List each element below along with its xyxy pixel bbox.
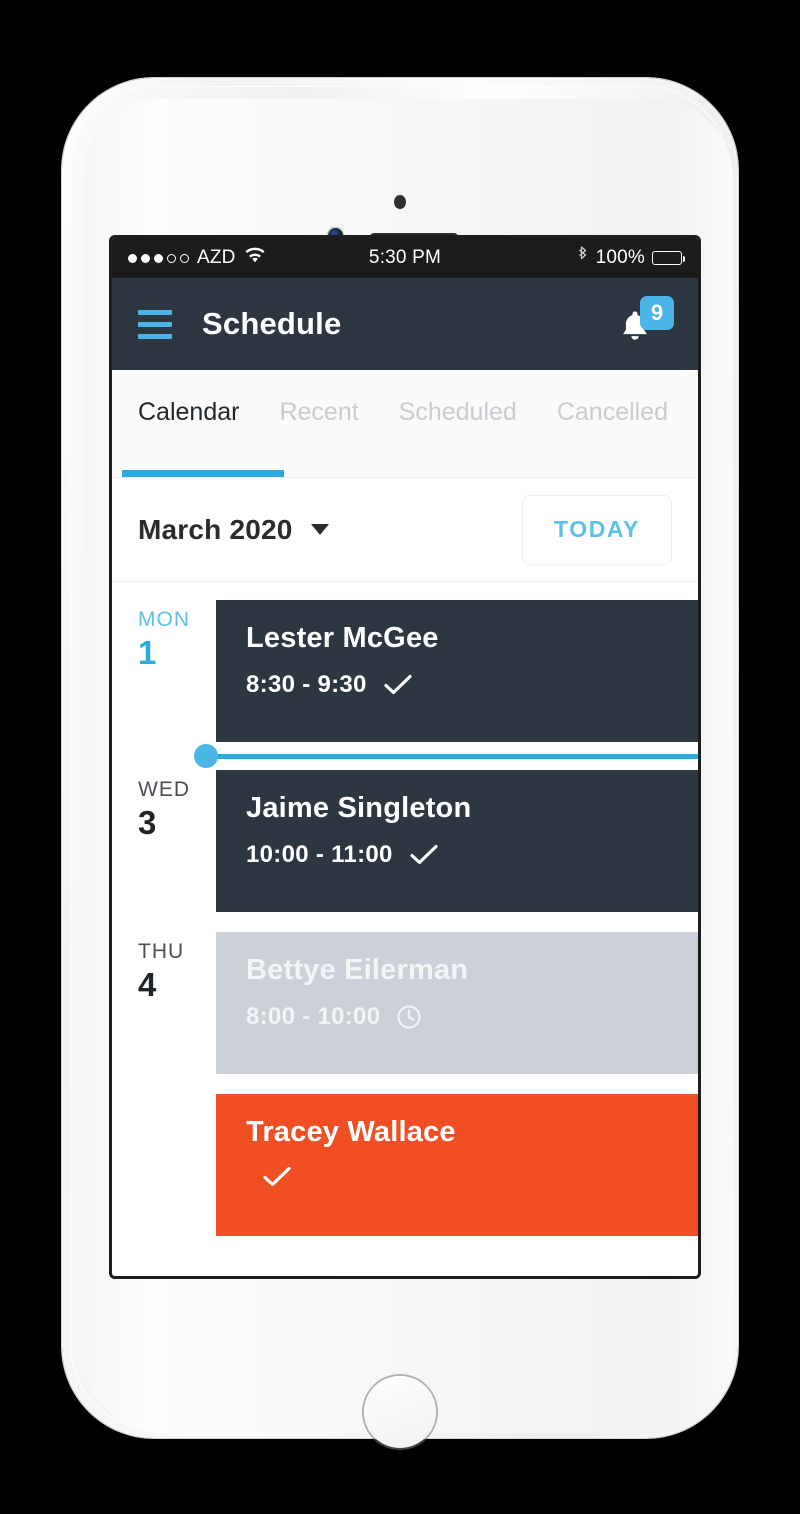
month-selector-bar: March 2020 TODAY [112, 478, 698, 582]
date-weekday: WED [138, 778, 190, 801]
phone-screen: AZD 5:30 PM 100% Schedule 9 Calendar Rec… [112, 238, 698, 1276]
schedule-row[interactable]: THU 4 Bettye Eilerman 8:00 - 10:00 [112, 932, 698, 1074]
date-column: WED 3 [138, 770, 216, 842]
active-tab-indicator [122, 470, 284, 477]
event-time-row: 10:00 - 11:00 [246, 841, 698, 869]
tab-bar: Calendar Recent Scheduled Cancelled [112, 370, 698, 478]
bluetooth-icon [576, 245, 589, 271]
checkmark-icon [262, 1165, 292, 1189]
status-bar-right: 100% [441, 245, 686, 271]
cellular-signal-icon [128, 253, 189, 263]
date-column: MON 1 [138, 600, 216, 672]
schedule-row[interactable]: MON 1 Lester McGee 8:30 - 9:30 [112, 600, 698, 742]
current-time-line [214, 753, 698, 759]
event-card[interactable]: Jaime Singleton 10:00 - 11:00 [216, 770, 698, 912]
event-name: Bettye Eilerman [246, 954, 469, 986]
battery-icon [652, 251, 686, 265]
event-card[interactable]: Lester McGee 8:30 - 9:30 [216, 600, 698, 742]
schedule-row[interactable]: WED 3 Jaime Singleton 10:00 - 11:00 [112, 770, 698, 912]
status-bar-clock: 5:30 PM [368, 247, 442, 268]
date-weekday: THU [138, 940, 185, 963]
date-column [138, 1094, 216, 1104]
date-day: 1 [138, 634, 157, 671]
schedule-list[interactable]: MON 1 Lester McGee 8:30 - 9:30 WED 3 Jai… [112, 582, 698, 1276]
checkmark-icon [409, 843, 439, 867]
event-name: Tracey Wallace [246, 1116, 456, 1148]
chevron-down-icon[interactable] [310, 524, 329, 535]
status-bar: AZD 5:30 PM 100% [112, 238, 698, 278]
date-day: 4 [138, 966, 157, 1003]
event-time-row: 8:00 - 10:00 [246, 1003, 698, 1031]
event-time: 8:00 - 10:00 [246, 1003, 381, 1030]
proximity-sensor [394, 195, 406, 209]
event-time-row [246, 1165, 698, 1189]
notification-badge: 9 [640, 296, 674, 330]
event-time: 10:00 - 11:00 [246, 841, 393, 868]
tab-recent[interactable]: Recent [279, 398, 358, 455]
date-column: THU 4 [138, 932, 216, 1004]
tab-cancelled[interactable]: Cancelled [557, 398, 668, 455]
tab-scheduled[interactable]: Scheduled [399, 398, 517, 455]
event-time: 8:30 - 9:30 [246, 671, 367, 698]
date-weekday: MON [138, 608, 190, 631]
event-card[interactable]: Tracey Wallace [216, 1094, 698, 1236]
schedule-row[interactable]: Tracey Wallace [112, 1094, 698, 1236]
tab-calendar[interactable]: Calendar [138, 398, 239, 455]
battery-percentage: 100% [595, 247, 646, 268]
clock-icon [396, 1004, 422, 1030]
current-time-handle[interactable] [194, 744, 218, 768]
event-card[interactable]: Bettye Eilerman 8:00 - 10:00 [216, 932, 698, 1074]
carrier-label: AZD [197, 247, 236, 268]
event-time-row: 8:30 - 9:30 [246, 671, 698, 699]
event-name: Lester McGee [246, 622, 439, 654]
month-label[interactable]: March 2020 [138, 514, 293, 546]
page-title: Schedule [202, 306, 342, 341]
app-header: Schedule 9 [112, 278, 698, 370]
home-button[interactable] [364, 1376, 436, 1448]
status-bar-left: AZD [128, 247, 369, 270]
wifi-icon [244, 247, 266, 270]
date-day: 3 [138, 804, 157, 841]
hamburger-menu-icon[interactable] [138, 309, 172, 339]
notifications-button[interactable]: 9 [616, 296, 674, 350]
checkmark-icon [383, 673, 413, 697]
event-name: Jaime Singleton [246, 792, 472, 824]
today-button[interactable]: TODAY [522, 494, 672, 565]
